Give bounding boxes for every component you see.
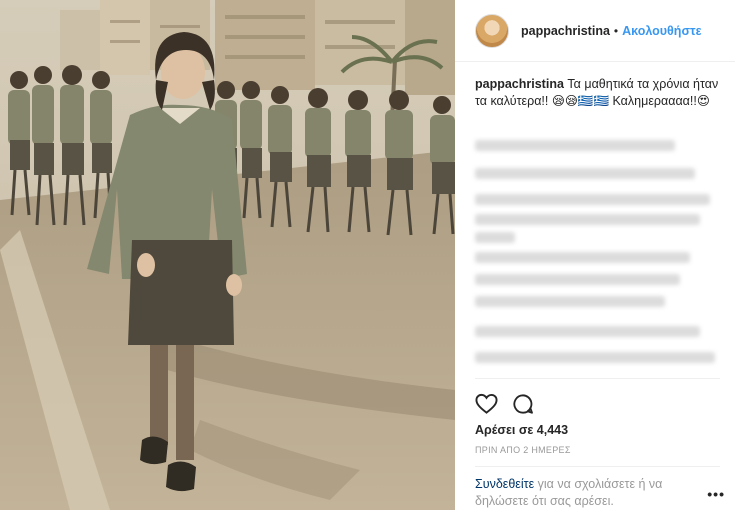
post-actions — [475, 392, 534, 416]
blurred-comment-line — [475, 232, 515, 243]
divider — [475, 378, 720, 379]
heart-icon[interactable] — [475, 393, 498, 415]
blurred-comment-line — [475, 326, 700, 337]
blurred-comment-line — [475, 194, 710, 205]
more-options-button[interactable]: ••• — [707, 486, 725, 502]
blurred-comment-line — [475, 352, 715, 363]
vintage-parade-photo — [0, 0, 455, 510]
blurred-comment-line — [475, 252, 690, 263]
post-caption: pappachristina Τα μαθητικά τα χρόνια ήτα… — [475, 76, 720, 110]
post-header: pappachristina • Ακολουθήστε — [455, 0, 735, 62]
post-timestamp[interactable]: ΠΡΙΝ ΑΠΟ 2 ΗΜΕΡΕΣ — [475, 445, 571, 455]
blurred-comment-line — [475, 140, 675, 151]
blurred-comment-line — [475, 214, 700, 225]
caption-username[interactable]: pappachristina — [475, 77, 564, 91]
blurred-comment-line — [475, 296, 665, 307]
header-separator: • — [613, 23, 619, 38]
blurred-comment-line — [475, 168, 695, 179]
blurred-comment-line — [475, 274, 680, 285]
profile-avatar-icon[interactable] — [475, 13, 509, 48]
likes-count[interactable]: Αρέσει σε 4,443 — [475, 423, 568, 437]
header-username[interactable]: pappachristina — [521, 24, 610, 38]
comment-icon[interactable] — [512, 393, 534, 415]
login-prompt: Συνδεθείτε για να σχολιάσετε ή να δηλώσε… — [475, 476, 690, 510]
login-link[interactable]: Συνδεθείτε — [475, 477, 534, 491]
divider — [475, 466, 720, 467]
post-side-panel: pappachristina • Ακολουθήστε pappachrist… — [455, 0, 735, 510]
follow-button[interactable]: Ακολουθήστε — [622, 24, 701, 38]
post-photo[interactable] — [0, 0, 455, 510]
